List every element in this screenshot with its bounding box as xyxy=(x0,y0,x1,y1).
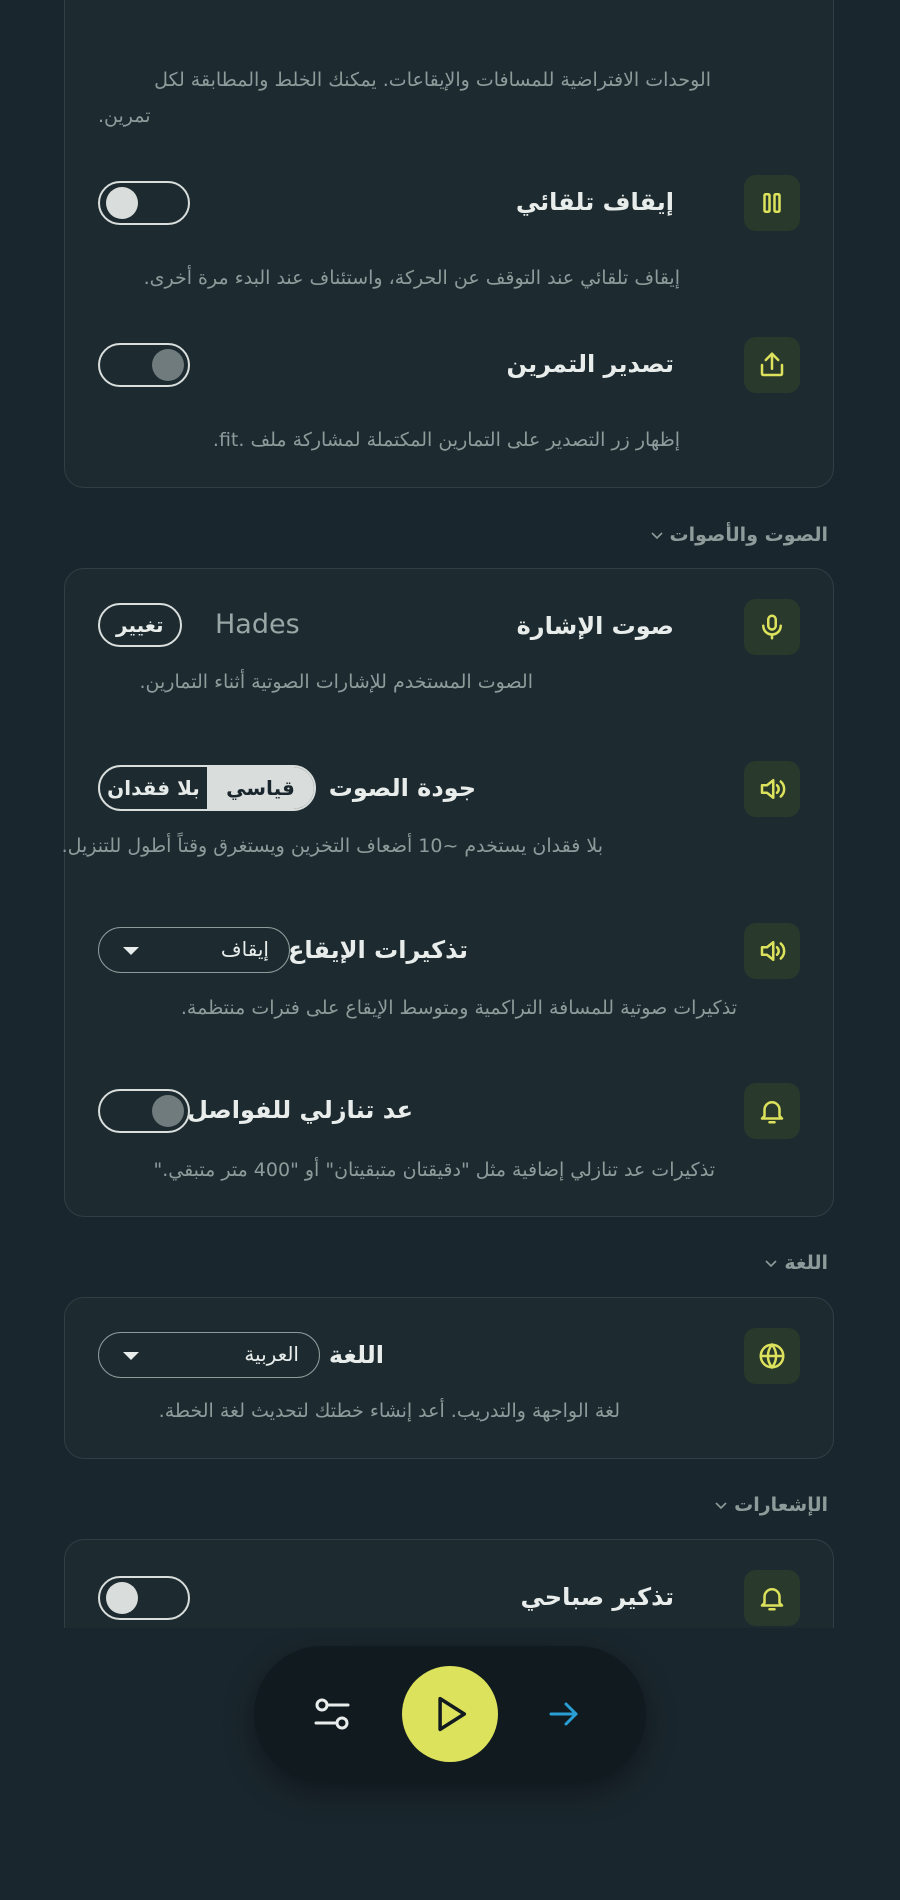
toggle-knob xyxy=(152,349,184,381)
language-section-heading[interactable]: اللغة xyxy=(764,1252,828,1274)
toggle-knob xyxy=(152,1095,184,1127)
interval-countdown-toggle[interactable] xyxy=(98,1089,190,1133)
audio-section-heading[interactable]: الصوت والأصوات xyxy=(650,524,828,546)
chevron-down-icon xyxy=(715,1502,727,1510)
bell-icon xyxy=(744,1570,800,1626)
pause-icon xyxy=(744,175,800,231)
share-icon xyxy=(744,337,800,393)
language-section-label: اللغة xyxy=(784,1252,828,1274)
notifications-section-heading[interactable]: الإشعارات xyxy=(714,1494,828,1516)
play-icon xyxy=(438,1696,467,1732)
notifications-section-label: الإشعارات xyxy=(734,1494,828,1516)
sliders-icon[interactable] xyxy=(312,1694,352,1734)
audio-quality-title: جودة الصوت xyxy=(328,774,476,802)
language-value: العربية xyxy=(244,1342,299,1366)
auto-pause-toggle[interactable] xyxy=(98,181,190,225)
cue-voice-value: Hades xyxy=(215,609,300,640)
pace-reminders-description: تذكيرات صوتية للمسافة التراكمية ومتوسط ا… xyxy=(180,997,737,1019)
auto-pause-title: إيقاف تلقائي xyxy=(515,188,674,216)
globe-icon xyxy=(744,1328,800,1384)
audio-quality-segmented-control: بلا فقدان قياسي xyxy=(98,765,316,811)
caret-down-icon xyxy=(123,947,139,955)
speaker-icon xyxy=(744,923,800,979)
microphone-icon xyxy=(744,599,800,655)
chevron-down-icon xyxy=(650,532,663,540)
morning-reminder-title: تذكير صباحي xyxy=(520,1583,675,1611)
language-description: لغة الواجهة والتدريب. أعد إنشاء خطتك لتح… xyxy=(158,1400,620,1422)
export-workout-title: تصدير التمرين xyxy=(506,350,674,378)
auto-pause-description: إيقاف تلقائي عند التوقف عن الحركة، واستئ… xyxy=(143,267,680,289)
audio-settings-card: صوت الإشارة Hades تغيير الصوت المستخدم ل… xyxy=(61,568,834,1217)
interval-countdown-description: تذكيرات عد تنازلي إضافية مثل "دقيقتان مت… xyxy=(153,1159,715,1181)
pace-reminders-value: إيقاف xyxy=(220,937,269,961)
language-dropdown[interactable]: العربية xyxy=(98,1332,320,1378)
change-voice-button[interactable]: تغيير xyxy=(98,603,182,647)
speaker-icon xyxy=(744,761,800,817)
interval-countdown-title: عد تنازلي للفواصل xyxy=(187,1096,413,1124)
units-description-line1: الوحدات الافتراضية للمسافات والإيقاعات. … xyxy=(154,69,711,91)
pace-reminders-title: تذكيرات الإيقاع xyxy=(287,936,468,964)
language-title: اللغة xyxy=(328,1341,384,1369)
workout-settings-card: الوحدات الافتراضية للمسافات والإيقاعات. … xyxy=(64,0,834,488)
units-description-line2: تمرين. xyxy=(98,105,151,127)
audio-quality-description: بلا فقدان يستخدم ~10 أضعاف التخزين ويستغ… xyxy=(61,835,603,857)
lossless-option[interactable]: بلا فقدان xyxy=(100,767,207,809)
chevron-down-icon xyxy=(765,1260,777,1268)
export-workout-toggle[interactable] xyxy=(98,343,190,387)
cue-voice-title: صوت الإشارة xyxy=(516,612,674,640)
morning-reminder-toggle[interactable] xyxy=(98,1576,190,1620)
arrow-right-icon[interactable] xyxy=(546,1696,582,1732)
toggle-knob xyxy=(106,1582,138,1614)
standard-option[interactable]: قياسي xyxy=(207,767,314,809)
export-workout-description: إظهار زر التصدير على التمارين المكتملة ل… xyxy=(212,429,680,451)
bell-icon xyxy=(744,1083,800,1139)
caret-down-icon xyxy=(123,1352,139,1360)
cue-voice-description: الصوت المستخدم للإشارات الصوتية أثناء ال… xyxy=(139,671,534,693)
audio-section-label: الصوت والأصوات xyxy=(669,524,828,546)
bottom-action-bar xyxy=(254,1646,646,1782)
language-settings-card: اللغة العربية لغة الواجهة والتدريب. أعد … xyxy=(64,1297,834,1459)
toggle-knob xyxy=(106,187,138,219)
pace-reminders-dropdown[interactable]: إيقاف xyxy=(98,927,290,973)
play-button[interactable] xyxy=(402,1666,498,1762)
